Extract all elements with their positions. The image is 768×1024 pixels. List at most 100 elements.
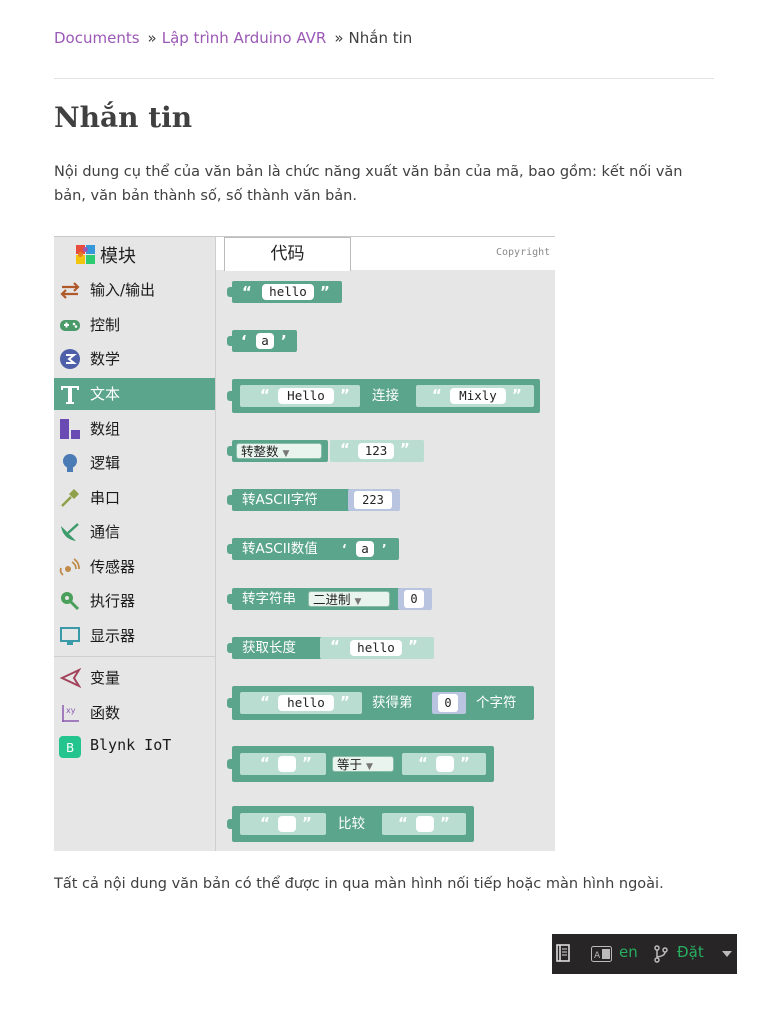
close-quote: ’ — [382, 542, 387, 556]
string-field[interactable]: hello — [350, 640, 402, 656]
close-quote: ” — [320, 283, 330, 301]
blynk-icon: B — [59, 736, 81, 758]
category-serial[interactable]: 串口 — [54, 482, 215, 514]
category-label: 通信 — [90, 523, 121, 541]
category-math[interactable]: 数学 — [54, 343, 215, 375]
category-label: 传感器 — [90, 558, 136, 576]
open-quote: “ — [432, 386, 442, 404]
radix-dropdown[interactable]: 二进制 ▼ — [308, 591, 390, 607]
number-field[interactable]: 0 — [404, 590, 424, 608]
block-notch — [227, 544, 233, 554]
text-t-icon — [61, 386, 79, 404]
category-function[interactable]: xy 函数 — [54, 697, 215, 729]
dropdown-value: 等于 — [337, 757, 363, 772]
block-notch — [227, 495, 233, 505]
string-field[interactable] — [278, 816, 296, 832]
caret-down-icon[interactable] — [722, 951, 732, 957]
category-label: 数学 — [90, 350, 121, 368]
category-io[interactable]: 输入/输出 — [54, 274, 215, 306]
block-notch — [227, 759, 233, 769]
breadcrumb-current: Nhắn tin — [348, 29, 413, 47]
category-comm[interactable]: 通信 — [54, 516, 215, 548]
text-char-block[interactable]: ‘ a ’ — [227, 330, 297, 352]
number-field[interactable]: 0 — [438, 694, 458, 712]
open-quote: ‘ — [342, 542, 347, 556]
tab-code[interactable]: 代码 — [224, 237, 351, 271]
breadcrumb: Documents» Lập trình Arduino AVR» Nhắn tin — [54, 28, 412, 48]
svg-text:B: B — [66, 741, 74, 755]
join-label: 连接 — [372, 388, 399, 404]
block-label: 比较 — [338, 816, 365, 832]
category-logic[interactable]: 逻辑 — [54, 447, 215, 479]
book-icon — [556, 944, 570, 962]
category-control[interactable]: 控制 — [54, 309, 215, 341]
divider — [54, 78, 714, 79]
category-actuator[interactable]: 执行器 — [54, 585, 215, 617]
text-string-block[interactable]: “ hello ” — [227, 281, 342, 303]
breadcrumb-home-link[interactable]: Documents — [54, 29, 140, 47]
outro-paragraph: Tất cả nội dung văn bản có thể được in q… — [54, 876, 664, 892]
close-quote: ” — [512, 386, 522, 404]
open-quote: “ — [398, 814, 408, 832]
usb-plug-icon — [61, 489, 79, 507]
text-join-block[interactable]: “ Hello ” 连接 “ Mixly ” — [227, 379, 540, 413]
string-field[interactable] — [416, 816, 434, 832]
to-ascii-char-block[interactable]: 转ASCII字符 — [227, 489, 352, 511]
block-notch — [227, 698, 233, 708]
version-label[interactable]: Đặt — [677, 943, 704, 961]
to-ascii-value-block[interactable]: 转ASCII数值 ‘ a ’ — [227, 538, 399, 560]
block-label: 获得第 — [372, 695, 413, 711]
breadcrumb-parent-link[interactable]: Lập trình Arduino AVR — [162, 29, 327, 47]
open-quote: “ — [242, 283, 252, 301]
string-field[interactable] — [436, 756, 454, 772]
function-icon: xy — [62, 705, 79, 722]
version-switcher[interactable]: A en Đặt — [552, 934, 737, 974]
block-notch — [227, 643, 233, 653]
close-quote: ’ — [281, 332, 287, 350]
puzzle-icon — [76, 245, 95, 264]
category-array[interactable]: 数组 — [54, 413, 215, 445]
category-text[interactable]: 文本 — [54, 378, 215, 410]
dropdown-value: 二进制 — [313, 592, 351, 607]
category-variable[interactable]: 变量 — [54, 662, 215, 694]
string-field[interactable] — [278, 756, 296, 772]
variable-icon — [59, 667, 81, 689]
block-label: 转ASCII数值 — [242, 541, 318, 557]
category-sensor[interactable]: 传感器 — [54, 551, 215, 583]
to-int-dropdown[interactable]: 转整数 ▼ — [236, 443, 322, 459]
category-label: 显示器 — [90, 627, 136, 645]
block-notch — [227, 287, 233, 297]
string-field[interactable]: Hello — [278, 388, 334, 404]
category-label: 逻辑 — [90, 454, 121, 472]
char-field[interactable]: a — [356, 541, 374, 557]
number-slot: 223 — [348, 489, 400, 511]
string-field[interactable]: hello — [278, 695, 334, 711]
breadcrumb-separator: » — [147, 29, 157, 47]
string-field[interactable]: 123 — [358, 443, 394, 459]
compare-op-dropdown[interactable]: 等于 ▼ — [332, 756, 394, 772]
to-int-block[interactable]: 转整数 ▼ — [227, 440, 328, 462]
satellite-icon — [61, 523, 79, 541]
category-label: 执行器 — [90, 592, 136, 610]
mixly-screenshot: 模块 输入/输出 控制 数学 文本 数组 逻辑 串口 通信 传感器 执行器 显示… — [54, 236, 555, 851]
category-label: 输入/输出 — [90, 281, 156, 299]
monitor-icon — [60, 627, 80, 645]
array-blocks-icon — [60, 419, 80, 439]
get-length-block[interactable]: 获取长度 — [227, 637, 324, 659]
chevron-down-icon: ▼ — [354, 597, 362, 607]
language-label[interactable]: en — [619, 943, 638, 961]
get-nth-char-block[interactable]: “ hello ” 获得第 0 个字符 — [227, 686, 534, 720]
number-field[interactable]: 223 — [354, 491, 392, 509]
string-field[interactable]: hello — [262, 284, 314, 300]
string-field[interactable]: Mixly — [450, 388, 506, 404]
char-field[interactable]: a — [256, 333, 274, 349]
language-icon: A — [591, 946, 612, 962]
to-string-block[interactable]: 转字符串 二进制 ▼ — [227, 588, 400, 610]
text-compare-block[interactable]: “ ” 比较 “ ” — [227, 806, 474, 842]
close-quote: ” — [400, 440, 410, 458]
text-equals-block[interactable]: “ ” 等于 ▼ “ ” — [227, 746, 494, 782]
category-blynk[interactable]: B Blynk IoT — [54, 731, 215, 763]
category-display[interactable]: 显示器 — [54, 620, 215, 652]
close-quote: ” — [408, 637, 418, 655]
category-label: Blynk IoT — [90, 736, 172, 754]
